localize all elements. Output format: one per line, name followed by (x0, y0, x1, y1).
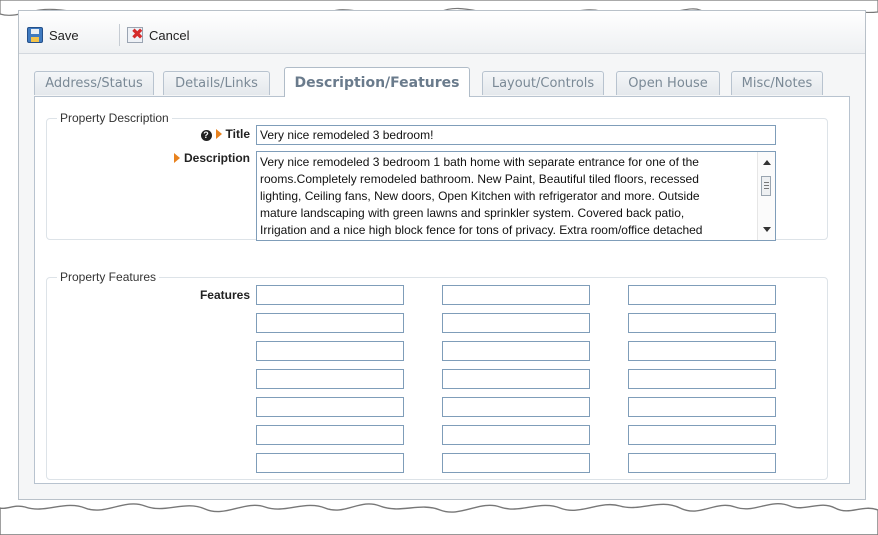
description-label-wrap: Description (135, 151, 250, 165)
scroll-thumb[interactable] (761, 176, 771, 196)
tab-content: Property Description ?Title Description … (34, 96, 850, 484)
tab-panel: Address/Status Details/Links Description… (34, 67, 850, 484)
feature-input[interactable] (628, 313, 776, 333)
feature-input[interactable] (442, 453, 590, 473)
property-description-legend: Property Description (60, 111, 169, 125)
feature-input[interactable] (628, 397, 776, 417)
feature-input[interactable] (628, 453, 776, 473)
cancel-x-icon: ✖ (127, 25, 144, 43)
feature-input[interactable] (628, 341, 776, 361)
cancel-label: Cancel (149, 27, 190, 43)
tab-description-features[interactable]: Description/Features (284, 67, 470, 97)
feature-input[interactable] (256, 453, 404, 473)
save-label: Save (49, 27, 79, 43)
description-line: Very nice remodeled 3 bedroom 1 bath hom… (260, 155, 699, 169)
toolbar: Save ✖ Cancel (19, 11, 865, 54)
feature-input[interactable] (628, 285, 776, 305)
required-arrow-icon (173, 153, 180, 163)
tab-details-links[interactable]: Details/Links (163, 71, 270, 95)
description-line: rooms.Completely remodeled bathroom. New… (260, 172, 699, 186)
scroll-down-arrow-icon[interactable] (763, 227, 771, 232)
title-label: Title (225, 127, 250, 141)
scroll-up-arrow-icon[interactable] (763, 160, 771, 165)
save-button[interactable]: Save (27, 25, 79, 45)
toolbar-separator (119, 24, 120, 46)
description-line: Irrigation and a nice high block fence f… (260, 223, 703, 237)
tab-open-house[interactable]: Open House (616, 71, 720, 95)
feature-input[interactable] (256, 397, 404, 417)
feature-input[interactable] (628, 425, 776, 445)
description-label: Description (183, 151, 250, 165)
feature-input[interactable] (256, 313, 404, 333)
description-line: mature landscaping with green lawns and … (260, 206, 685, 220)
feature-input[interactable] (628, 369, 776, 389)
feature-input[interactable] (256, 341, 404, 361)
tab-strip: Address/Status Details/Links Description… (34, 67, 850, 97)
tab-layout-controls[interactable]: Layout/Controls (482, 71, 604, 95)
title-input[interactable] (256, 125, 776, 145)
property-features-legend: Property Features (60, 270, 157, 284)
feature-input[interactable] (442, 425, 590, 445)
description-textarea[interactable]: Very nice remodeled 3 bedroom 1 bath hom… (256, 151, 776, 241)
description-line: lighting, Ceiling fans, New doors, Open … (260, 189, 700, 203)
feature-input[interactable] (256, 425, 404, 445)
tab-misc-notes[interactable]: Misc/Notes (731, 71, 823, 95)
feature-input[interactable] (442, 285, 590, 305)
help-icon[interactable]: ? (200, 130, 212, 141)
tab-address-status[interactable]: Address/Status (34, 71, 154, 95)
feature-input[interactable] (442, 341, 590, 361)
feature-input[interactable] (442, 313, 590, 333)
feature-input[interactable] (442, 369, 590, 389)
feature-input[interactable] (256, 285, 404, 305)
description-scrollbar[interactable] (757, 152, 775, 240)
feature-input[interactable] (256, 369, 404, 389)
feature-input[interactable] (442, 397, 590, 417)
description-text: Very nice remodeled 3 bedroom 1 bath hom… (260, 154, 755, 239)
cancel-button[interactable]: ✖ Cancel (127, 25, 189, 45)
required-arrow-icon (215, 129, 222, 139)
torn-edge-bottom (0, 503, 878, 535)
editor-window: Save ✖ Cancel Address/Status Details/Lin… (18, 10, 866, 500)
title-label-wrap: ? Title (165, 127, 250, 141)
features-label: Features (199, 288, 250, 302)
save-disk-icon (27, 27, 43, 43)
